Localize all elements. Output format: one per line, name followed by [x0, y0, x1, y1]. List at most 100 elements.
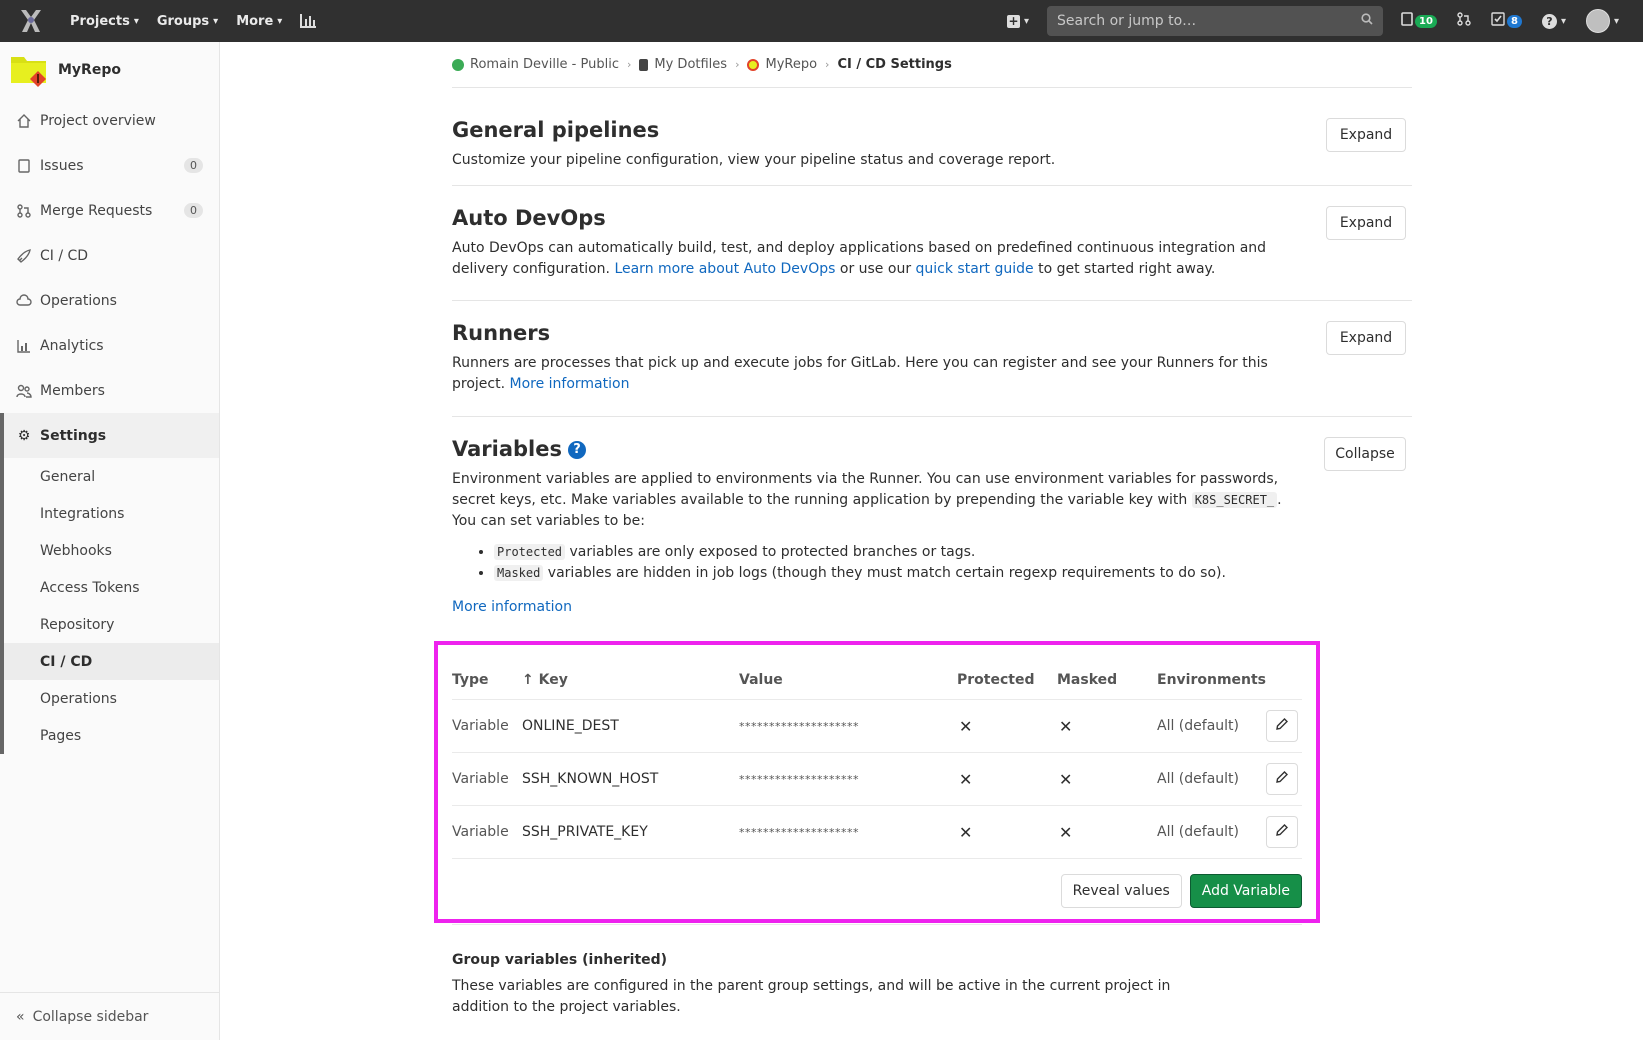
breadcrumb-item-current[interactable]: CI / CD Settings: [837, 57, 951, 72]
user-menu-dropdown[interactable]: ▾: [1585, 9, 1619, 33]
sidebar-subitem-label: Webhooks: [40, 542, 112, 559]
expand-button[interactable]: Expand: [1326, 206, 1406, 240]
sidebar-item-label: Analytics: [40, 337, 104, 354]
gitlab-logo[interactable]: [16, 7, 46, 35]
add-variable-button[interactable]: Add Variable: [1189, 874, 1302, 908]
column-header-value: Value: [739, 671, 783, 688]
edit-variable-button[interactable]: [1266, 763, 1298, 795]
expand-button[interactable]: Expand: [1326, 118, 1406, 152]
groups-dropdown[interactable]: Groups ▾: [157, 14, 218, 29]
sidebar-item-issues[interactable]: Issues 0: [0, 143, 219, 188]
sidebar-item-label: Project overview: [40, 112, 156, 129]
groups-label: Groups: [156, 13, 210, 29]
sidebar-subitem-general[interactable]: General: [4, 458, 219, 495]
search-placeholder: Search or jump to…: [1057, 13, 1197, 29]
subgroup-avatar-icon: [639, 58, 649, 71]
sidebar-item-project-overview[interactable]: Project overview: [0, 98, 219, 143]
group-variables-section: Group variables (inherited) These variab…: [452, 952, 1302, 1018]
column-header-protected: Protected: [957, 671, 1035, 688]
chevron-down-icon: ▾: [133, 15, 139, 27]
pencil-icon: [1275, 823, 1289, 841]
sidebar-item-operations[interactable]: Operations: [0, 278, 219, 323]
column-header-key[interactable]: ↑ Key: [522, 672, 739, 688]
sidebar-project-header[interactable]: MyRepo: [0, 42, 219, 98]
section-title: Auto DevOps: [452, 206, 606, 230]
issues-shortcut[interactable]: 10: [1401, 12, 1437, 30]
edit-variable-button[interactable]: [1266, 710, 1298, 742]
sidebar-subitem-access-tokens[interactable]: Access Tokens: [4, 569, 219, 606]
table-header: Type ↑ Key Value Protected Masked Enviro…: [452, 660, 1302, 700]
issues-count-badge: 0: [184, 158, 203, 173]
help-dropdown[interactable]: ? ▾: [1541, 13, 1566, 29]
collapse-sidebar-label: Collapse sidebar: [32, 1008, 149, 1025]
list-item-text: variables are hidden in job logs (though…: [543, 565, 1226, 581]
variables-more-information-link[interactable]: More information: [452, 599, 1412, 615]
merge-requests-shortcut[interactable]: [1457, 12, 1471, 30]
divider: [452, 924, 1302, 925]
merge-request-icon: [1457, 12, 1471, 30]
question-circle-icon[interactable]: ?: [567, 441, 586, 459]
sidebar-subitem-ci-cd[interactable]: CI / CD: [4, 643, 219, 680]
collapse-sidebar-button[interactable]: « Collapse sidebar: [0, 992, 219, 1040]
sidebar-item-label: Operations: [40, 292, 117, 309]
breadcrumb-item-group[interactable]: Romain Deville - Public: [452, 57, 619, 72]
double-chevron-left-icon: «: [16, 1008, 25, 1025]
merge-requests-count-badge: 0: [184, 203, 203, 218]
edit-variable-button[interactable]: [1266, 816, 1298, 848]
breadcrumb-item-subgroup[interactable]: My Dotfiles: [639, 57, 727, 72]
activity-chart-icon[interactable]: [300, 14, 317, 28]
variable-types-list: Protected variables are only exposed to …: [494, 542, 1412, 584]
variable-type: Variable: [452, 824, 509, 840]
sidebar-subitem-label: Integrations: [40, 505, 125, 522]
reveal-values-button[interactable]: Reveal values: [1060, 874, 1182, 908]
group-variables-description: These variables are configured in the pa…: [452, 978, 1171, 1015]
runners-more-information-link[interactable]: More information: [510, 376, 630, 392]
avatar: [1585, 9, 1610, 33]
column-header-type: Type: [452, 671, 489, 688]
sidebar-subitem-label: Operations: [40, 690, 117, 707]
more-label: More: [236, 13, 274, 29]
expand-button[interactable]: Expand: [1326, 321, 1406, 355]
sidebar-subitem-webhooks[interactable]: Webhooks: [4, 532, 219, 569]
breadcrumb-item-project[interactable]: MyRepo: [747, 57, 817, 72]
sidebar-subitem-operations[interactable]: Operations: [4, 680, 219, 717]
section-description: Customize your pipeline configuration, v…: [452, 152, 1056, 168]
sidebar-subitem-repository[interactable]: Repository: [4, 606, 219, 643]
masked-x-icon: ✕: [1059, 769, 1073, 789]
section-title: Runners: [452, 321, 551, 345]
sidebar-item-analytics[interactable]: Analytics: [0, 323, 219, 368]
sidebar-subitem-label: General: [40, 468, 96, 485]
sidebar-subitem-integrations[interactable]: Integrations: [4, 495, 219, 532]
breadcrumb-label: MyRepo: [765, 57, 818, 72]
todos-shortcut[interactable]: 8: [1491, 12, 1522, 30]
plus-square-icon: +: [1007, 13, 1021, 28]
sidebar-item-members[interactable]: Members: [0, 368, 219, 413]
sidebar-item-merge-requests[interactable]: Merge Requests 0: [0, 188, 219, 233]
variable-value-masked: ********************: [739, 825, 859, 839]
sidebar-subitem-pages[interactable]: Pages: [4, 717, 219, 754]
chart-icon: [16, 338, 32, 354]
general-pipelines-section: General pipelines Customize your pipelin…: [452, 88, 1412, 186]
rocket-icon: [16, 248, 32, 264]
new-item-dropdown[interactable]: + ▾: [1007, 13, 1029, 28]
search-input[interactable]: Search or jump to…: [1047, 6, 1384, 36]
table-row: Variable ONLINE_DEST *******************…: [452, 700, 1302, 753]
gear-icon: ⚙: [17, 427, 31, 444]
more-dropdown[interactable]: More ▾: [236, 14, 282, 29]
variable-environment: All (default): [1157, 771, 1239, 787]
section-description: Environment variables are applied to env…: [452, 469, 1292, 532]
collapse-button[interactable]: Collapse: [1324, 437, 1406, 471]
projects-dropdown[interactable]: Projects ▾: [70, 14, 139, 29]
chevron-down-icon: ▾: [277, 15, 283, 27]
auto-devops-docs-link[interactable]: Learn more about Auto DevOps: [614, 261, 835, 277]
table-row: Variable SSH_PRIVATE_KEY ***************…: [452, 806, 1302, 859]
pencil-icon: [1275, 770, 1289, 788]
variables-table: Type ↑ Key Value Protected Masked Enviro…: [452, 660, 1302, 923]
quick-start-guide-link[interactable]: quick start guide: [916, 261, 1034, 277]
sidebar-item-settings[interactable]: ⚙ Settings: [4, 413, 219, 458]
masked-code: Masked: [494, 565, 544, 581]
column-header-masked: Masked: [1057, 671, 1118, 688]
chevron-down-icon: ▾: [1560, 15, 1566, 27]
sidebar-item-ci-cd[interactable]: CI / CD: [0, 233, 219, 278]
protected-x-icon: ✕: [959, 822, 973, 842]
